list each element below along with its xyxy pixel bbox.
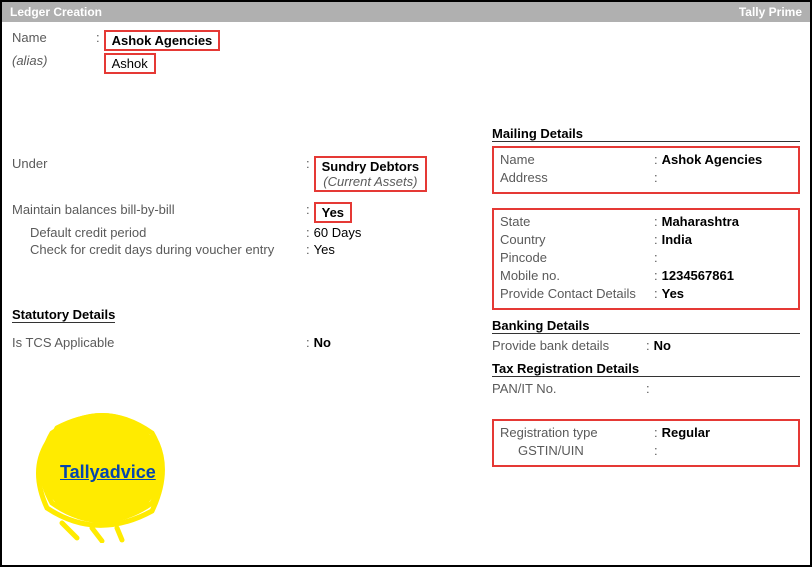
mailing-address-label: Address bbox=[500, 170, 650, 185]
location-group: State : Maharashtra Country : India Pinc… bbox=[492, 208, 800, 310]
credit-period-label: Default credit period bbox=[30, 225, 302, 240]
contact-details-label: Provide Contact Details bbox=[500, 286, 650, 301]
check-credit-label: Check for credit days during voucher ent… bbox=[30, 242, 302, 257]
right-pane: Mailing Details Name : Ashok Agencies Ad… bbox=[482, 22, 810, 563]
check-credit-input[interactable]: Yes bbox=[314, 242, 335, 257]
alias-row: (alias) Ashok bbox=[12, 53, 472, 74]
mailing-name-input[interactable]: Ashok Agencies bbox=[662, 152, 763, 167]
pan-label: PAN/IT No. bbox=[492, 381, 642, 396]
under-sub: (Current Assets) bbox=[322, 174, 420, 189]
mailing-name-row: Name : Ashok Agencies bbox=[500, 152, 792, 167]
credit-period-row: Default credit period : 60 Days bbox=[12, 225, 472, 240]
mobile-row: Mobile no. : 1234567861 bbox=[500, 268, 792, 283]
registration-type-row: Registration type : Regular bbox=[500, 425, 792, 440]
name-label: Name bbox=[12, 30, 92, 45]
tax-title: Tax Registration Details bbox=[492, 361, 800, 377]
mobile-label: Mobile no. bbox=[500, 268, 650, 283]
mailing-group: Name : Ashok Agencies Address : bbox=[492, 146, 800, 194]
ledger-creation-window: Ledger Creation Tally Prime Name : Ashok… bbox=[0, 0, 812, 567]
state-label: State bbox=[500, 214, 650, 229]
mailing-address-row: Address : bbox=[500, 170, 792, 185]
title-right: Tally Prime bbox=[739, 5, 802, 19]
country-input[interactable]: India bbox=[662, 232, 692, 247]
contact-details-row: Provide Contact Details : Yes bbox=[500, 286, 792, 301]
mobile-input[interactable]: 1234567861 bbox=[662, 268, 734, 283]
tcs-input[interactable]: No bbox=[314, 335, 331, 350]
watermark-text: Tallyadvice bbox=[60, 462, 156, 483]
pincode-label: Pincode bbox=[500, 250, 650, 265]
alias-label: (alias) bbox=[12, 53, 92, 68]
bank-details-row: Provide bank details : No bbox=[492, 338, 800, 353]
left-pane: Name : Ashok Agencies (alias) Ashok Unde… bbox=[2, 22, 482, 563]
gstin-row: GSTIN/UIN : bbox=[500, 443, 792, 458]
title-left: Ledger Creation bbox=[10, 5, 102, 19]
state-input[interactable]: Maharashtra bbox=[662, 214, 739, 229]
maintain-balances-row: Maintain balances bill-by-bill : Yes bbox=[12, 202, 472, 223]
title-bar: Ledger Creation Tally Prime bbox=[2, 2, 810, 22]
maintain-balances-label: Maintain balances bill-by-bill bbox=[12, 202, 302, 217]
bank-details-input[interactable]: No bbox=[654, 338, 671, 353]
tcs-row: Is TCS Applicable : No bbox=[12, 335, 472, 350]
contact-details-input[interactable]: Yes bbox=[662, 286, 684, 301]
registration-type-label: Registration type bbox=[500, 425, 650, 440]
country-row: Country : India bbox=[500, 232, 792, 247]
name-input[interactable]: Ashok Agencies bbox=[104, 30, 221, 51]
name-row: Name : Ashok Agencies bbox=[12, 30, 472, 51]
registration-type-input[interactable]: Regular bbox=[662, 425, 710, 440]
country-label: Country bbox=[500, 232, 650, 247]
pan-row: PAN/IT No. : bbox=[492, 381, 800, 396]
banking-title: Banking Details bbox=[492, 318, 800, 334]
under-label: Under bbox=[12, 156, 302, 171]
content-area: Name : Ashok Agencies (alias) Ashok Unde… bbox=[2, 22, 810, 563]
pincode-row: Pincode : bbox=[500, 250, 792, 265]
check-credit-row: Check for credit days during voucher ent… bbox=[12, 242, 472, 257]
mailing-name-label: Name bbox=[500, 152, 650, 167]
under-row: Under : Sundry Debtors (Current Assets) bbox=[12, 156, 472, 192]
under-value: Sundry Debtors bbox=[322, 159, 420, 174]
maintain-balances-input[interactable]: Yes bbox=[314, 202, 352, 223]
bank-details-label: Provide bank details bbox=[492, 338, 642, 353]
registration-group: Registration type : Regular GSTIN/UIN : bbox=[492, 419, 800, 467]
alias-input[interactable]: Ashok bbox=[104, 53, 156, 74]
gstin-label: GSTIN/UIN bbox=[518, 443, 650, 458]
mailing-title: Mailing Details bbox=[492, 126, 800, 142]
credit-period-input[interactable]: 60 Days bbox=[314, 225, 362, 240]
statutory-title: Statutory Details bbox=[12, 307, 115, 323]
state-row: State : Maharashtra bbox=[500, 214, 792, 229]
under-input[interactable]: Sundry Debtors (Current Assets) bbox=[314, 156, 428, 192]
tcs-label: Is TCS Applicable bbox=[12, 335, 302, 350]
